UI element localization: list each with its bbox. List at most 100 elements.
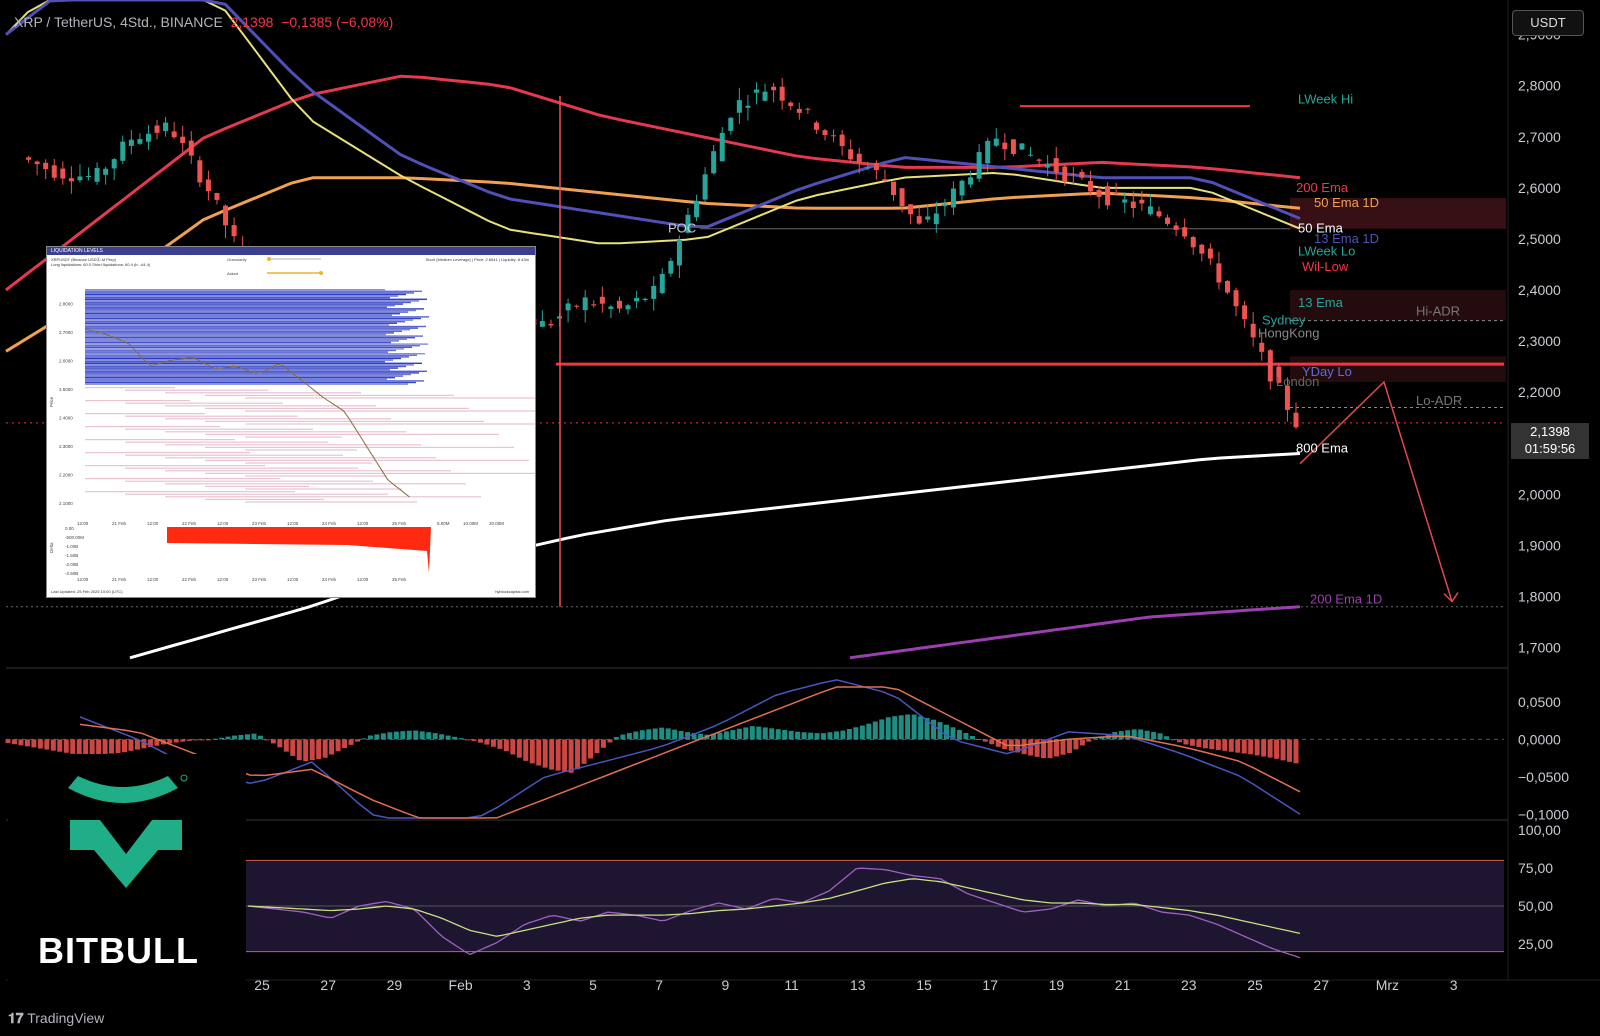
inset-heat-band (85, 426, 220, 428)
candle-body (959, 180, 965, 196)
macd-histogram-bar (736, 728, 742, 740)
candle-body (1224, 280, 1230, 293)
macd-histogram-bar (594, 739, 600, 754)
inset-heat-band (125, 428, 313, 430)
candle-body (1079, 171, 1085, 178)
macd-histogram-bar (633, 731, 639, 740)
macd-histogram-bar (575, 739, 581, 770)
inset-heat-band (85, 335, 423, 337)
macd-histogram-bar (503, 739, 509, 752)
macd-histogram-bar (1157, 733, 1163, 740)
macd-histogram-bar (756, 726, 762, 740)
macd-histogram-bar (853, 727, 859, 740)
macd-histogram-bar (549, 739, 555, 770)
candle-body (1096, 190, 1102, 197)
inset-heat-band (85, 311, 408, 313)
inset-heat-band (165, 496, 481, 498)
inset-heat-band (165, 392, 361, 394)
inset-x-tick: 24 Feb (322, 577, 337, 582)
macd-histogram-bar (562, 739, 568, 772)
inset-delta-tick: -1.50B (65, 553, 78, 558)
candle-body (1002, 142, 1008, 150)
ema50-line (5, 0, 1301, 245)
macd-histogram-bar (1164, 736, 1170, 740)
inset-heat-band (85, 381, 416, 384)
candle-body (625, 305, 631, 310)
macd-histogram-bar (969, 736, 975, 740)
macd-histogram-bar (484, 739, 490, 745)
macd-histogram-bar (1183, 739, 1189, 745)
macd-histogram-bar (1293, 739, 1299, 764)
rsi-tick: 50,00 (1518, 898, 1553, 914)
time-tick: 25 (1247, 977, 1263, 993)
macd-histogram-bar (477, 739, 483, 743)
candle-body (1182, 227, 1188, 237)
inset-heat-band (165, 483, 466, 485)
candle-body (1019, 143, 1025, 150)
price-tick: 1,9000 (1518, 537, 1561, 553)
macd-histogram-bar (600, 739, 606, 748)
macd-histogram-bar (232, 735, 238, 740)
macd-histogram-bar (37, 739, 43, 749)
inset-heat-band (125, 454, 343, 456)
inset-heat-band (245, 423, 535, 425)
macd-histogram-bar (542, 739, 548, 768)
candle-body (51, 165, 57, 178)
inset-footer: Last Updated: 25 Feb 2025 10:00 (UTC) (51, 589, 123, 594)
time-tick: 11 (784, 977, 799, 993)
inset-x-tick: 23 Feb (252, 521, 267, 526)
inset-heat-band (205, 394, 454, 396)
macd-histogram-bar (956, 730, 962, 740)
macd-histogram-bar (244, 734, 250, 740)
macd-histogram-bar (173, 739, 179, 743)
macd-histogram-bar (264, 739, 270, 741)
candle-body (634, 297, 640, 302)
candle-body (548, 323, 554, 326)
macd-histogram-bar (193, 739, 199, 741)
time-tick: Feb (449, 977, 473, 993)
inset-delta-tick: 0.00 (65, 526, 74, 531)
candle-body (788, 102, 794, 107)
candle-body (1216, 263, 1222, 283)
inset-heat-band (245, 449, 357, 451)
inset-heat-band (85, 383, 408, 385)
chart-annotation: 800 Ema (1296, 440, 1349, 455)
inset-heat-band (85, 313, 400, 315)
time-tick: 7 (655, 977, 663, 993)
inset-heat-band (85, 375, 403, 377)
macd-histogram-bar (827, 732, 833, 740)
currency-button[interactable]: USDT (1512, 10, 1584, 36)
inset-x-tick: 23 Feb (252, 577, 267, 582)
inset-heat-band (85, 321, 405, 323)
macd-histogram-bar (57, 739, 63, 752)
inset-heat-band (205, 407, 469, 409)
time-tick: 29 (387, 977, 403, 993)
macd-histogram-bar (943, 724, 949, 740)
macd-histogram-bar (1021, 739, 1027, 755)
liquidation-levels-inset: LIQUIDATION LEVELS XRPUSDT (Binance USDⓈ… (46, 246, 536, 598)
macd-histogram-bar (31, 739, 37, 748)
macd-histogram-bar (659, 727, 665, 740)
candle-body (1233, 290, 1239, 307)
candle-body (591, 304, 597, 306)
inset-heat-band (85, 353, 425, 355)
inset-heat-band (85, 452, 250, 454)
macd-histogram-bar (1241, 739, 1247, 754)
candle-body (1259, 342, 1265, 352)
inset-x-tick: 21 Feb (112, 521, 127, 526)
candle-body (154, 125, 160, 133)
inset-heat-band (85, 314, 392, 316)
candle-body (651, 285, 657, 299)
ema200-1d-line (849, 605, 1301, 660)
macd-histogram-bar (963, 733, 969, 740)
macd-histogram-bar (277, 739, 283, 748)
price-tick: 2,8000 (1518, 78, 1561, 94)
candle-body (68, 178, 74, 182)
chart-annotation: LWeek Hi (1298, 92, 1353, 107)
chart-annotation: Hi-ADR (1416, 304, 1460, 319)
chart-annotation: LWeek Lo (1298, 244, 1355, 259)
macd-histogram-bar (18, 739, 24, 746)
macd-histogram-bar (762, 727, 768, 740)
macd-histogram-bar (905, 714, 911, 740)
macd-histogram-bar (833, 731, 839, 740)
